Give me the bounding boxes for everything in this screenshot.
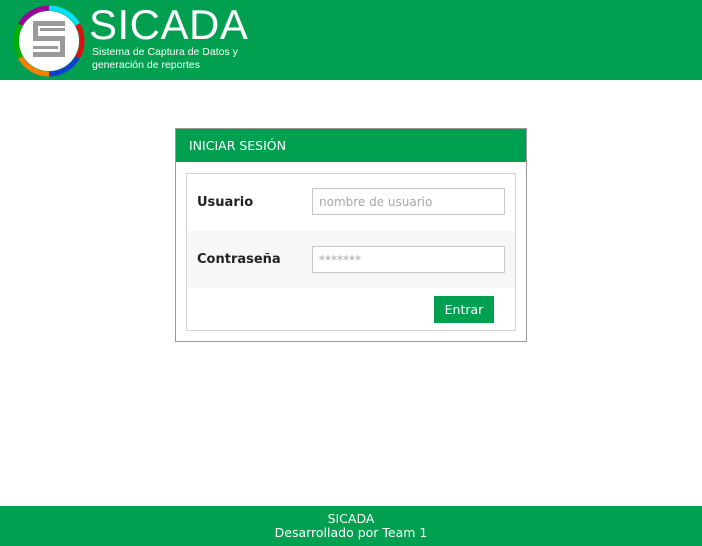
login-panel-heading: INICIAR SESIÓN bbox=[176, 129, 526, 162]
password-label: Contraseña bbox=[197, 252, 281, 267]
password-row: Contraseña bbox=[187, 231, 515, 288]
sicada-logo-icon bbox=[13, 5, 85, 77]
login-panel: INICIAR SESIÓN Usuario Contraseña Entrar bbox=[175, 128, 527, 342]
footer-brand: SICADA bbox=[327, 511, 375, 526]
username-row: Usuario bbox=[187, 174, 515, 231]
top-header: SICADA Sistema de Captura de Datos y gen… bbox=[0, 0, 702, 80]
page-footer: SICADA Desarrollado por Team 1 bbox=[0, 506, 702, 546]
login-submit-button[interactable]: Entrar bbox=[434, 296, 494, 323]
brand-title: SICADA bbox=[89, 1, 249, 48]
password-input[interactable] bbox=[312, 246, 505, 273]
brand-subtitle-line-1: Sistema de Captura de Datos y bbox=[92, 46, 238, 58]
login-form: Usuario Contraseña Entrar bbox=[186, 173, 516, 331]
brand-subtitle-line-2: generación de reportes bbox=[92, 59, 200, 71]
footer-credits: Desarrollado por Team 1 bbox=[274, 525, 428, 540]
username-input[interactable] bbox=[312, 188, 505, 215]
username-label: Usuario bbox=[197, 195, 254, 210]
brand-subtitle: Sistema de Captura de Datos y generación… bbox=[92, 46, 262, 72]
